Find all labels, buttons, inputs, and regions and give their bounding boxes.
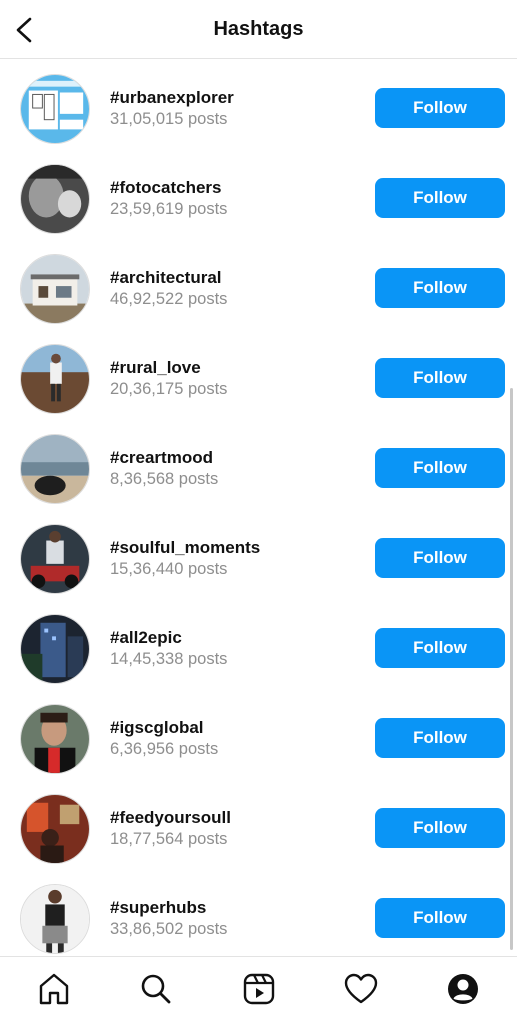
header-bar: Hashtags xyxy=(0,0,517,59)
tab-profile[interactable] xyxy=(445,971,481,1007)
hashtag-name[interactable]: #igscglobal xyxy=(110,718,204,738)
warm-interior-image xyxy=(21,795,89,863)
hashtag-row-all2epic[interactable]: #all2epic 14,45,338 posts Follow xyxy=(0,599,517,689)
selfie-image xyxy=(21,705,89,773)
person-bike-image xyxy=(21,525,89,593)
hashtag-name[interactable]: #superhubs xyxy=(110,898,206,918)
profile-icon xyxy=(448,974,478,1004)
portrait-bw-image xyxy=(21,165,89,233)
hashtag-name[interactable]: #feedyoursoull xyxy=(110,808,231,828)
hashtag-row-architectural[interactable]: #architectural 46,92,522 posts Follow xyxy=(0,239,517,329)
hashtag-post-count: 20,36,175 posts xyxy=(110,380,228,398)
reels-icon xyxy=(243,973,275,1005)
follow-button[interactable]: Follow xyxy=(375,808,505,848)
follow-button[interactable]: Follow xyxy=(375,898,505,938)
hashtag-post-count: 18,77,564 posts xyxy=(110,830,228,848)
hashtag-name[interactable]: #creartmood xyxy=(110,448,213,468)
hashtag-post-count: 46,92,522 posts xyxy=(110,290,228,308)
hashtag-name[interactable]: #rural_love xyxy=(110,358,201,378)
hashtag-post-count: 8,36,568 posts xyxy=(110,470,219,488)
person-studio-image xyxy=(21,885,89,953)
hashtag-thumbnail[interactable] xyxy=(20,704,90,774)
hashtag-row-rural_love[interactable]: #rural_love 20,36,175 posts Follow xyxy=(0,329,517,419)
home-icon xyxy=(39,973,69,1005)
building-image xyxy=(21,255,89,323)
hashtag-name[interactable]: #architectural xyxy=(110,268,222,288)
hashtag-name[interactable]: #urbanexplorer xyxy=(110,88,234,108)
hashtag-name[interactable]: #fotocatchers xyxy=(110,178,221,198)
follow-button[interactable]: Follow xyxy=(375,538,505,578)
hashtag-thumbnail[interactable] xyxy=(20,524,90,594)
heart-icon xyxy=(344,973,378,1004)
hashtag-row-fotocatchers[interactable]: #fotocatchers 23,59,619 posts Follow xyxy=(0,149,517,239)
page-title: Hashtags xyxy=(213,18,304,40)
follow-button[interactable]: Follow xyxy=(375,268,505,308)
hashtag-thumbnail[interactable] xyxy=(20,884,90,954)
hashtag-row-feedyoursoull[interactable]: #feedyoursoull 18,77,564 posts Follow xyxy=(0,779,517,869)
hashtag-thumbnail[interactable] xyxy=(20,614,90,684)
hashtag-thumbnail[interactable] xyxy=(20,344,90,414)
hashtag-post-count: 33,86,502 posts xyxy=(110,920,228,938)
hashtag-post-count: 15,36,440 posts xyxy=(110,560,228,578)
tab-activity[interactable] xyxy=(343,971,379,1007)
search-icon xyxy=(141,974,171,1004)
hashtag-list[interactable]: #urbanexplorer 31,05,015 posts Follow #f… xyxy=(0,59,517,956)
hashtag-row-igscglobal[interactable]: #igscglobal 6,36,956 posts Follow xyxy=(0,689,517,779)
hashtag-row-creartmood[interactable]: #creartmood 8,36,568 posts Follow xyxy=(0,419,517,509)
hashtag-name[interactable]: #all2epic xyxy=(110,628,182,648)
beach-image xyxy=(21,435,89,503)
tab-reels[interactable] xyxy=(241,971,277,1007)
city-night-image xyxy=(21,615,89,683)
scrollbar[interactable] xyxy=(510,388,513,950)
follow-button[interactable]: Follow xyxy=(375,358,505,398)
follow-button[interactable]: Follow xyxy=(375,718,505,758)
hashtag-thumbnail[interactable] xyxy=(20,254,90,324)
tab-home[interactable] xyxy=(36,971,72,1007)
hashtag-thumbnail[interactable] xyxy=(20,434,90,504)
hashtag-row-superhubs[interactable]: #superhubs 33,86,502 posts Follow xyxy=(0,869,517,956)
follow-button[interactable]: Follow xyxy=(375,88,505,128)
hashtag-post-count: 23,59,619 posts xyxy=(110,200,228,218)
hashtag-post-count: 14,45,338 posts xyxy=(110,650,228,668)
hashtag-post-count: 31,05,015 posts xyxy=(110,110,228,128)
hashtag-row-soulful_moments[interactable]: #soulful_moments 15,36,440 posts Follow xyxy=(0,509,517,599)
hashtag-thumbnail[interactable] xyxy=(20,74,90,144)
hashtag-row-urbanexplorer[interactable]: #urbanexplorer 31,05,015 posts Follow xyxy=(0,59,517,149)
follow-button[interactable]: Follow xyxy=(375,178,505,218)
hashtag-thumbnail[interactable] xyxy=(20,164,90,234)
hashtag-thumbnail[interactable] xyxy=(20,794,90,864)
follow-button[interactable]: Follow xyxy=(375,628,505,668)
field-person-image xyxy=(21,345,89,413)
hashtag-name[interactable]: #soulful_moments xyxy=(110,538,260,558)
follow-button[interactable]: Follow xyxy=(375,448,505,488)
hashtag-post-count: 6,36,956 posts xyxy=(110,740,219,758)
floorplan-image xyxy=(21,75,89,143)
tab-search[interactable] xyxy=(138,971,174,1007)
bottom-tab-bar xyxy=(0,956,517,1022)
